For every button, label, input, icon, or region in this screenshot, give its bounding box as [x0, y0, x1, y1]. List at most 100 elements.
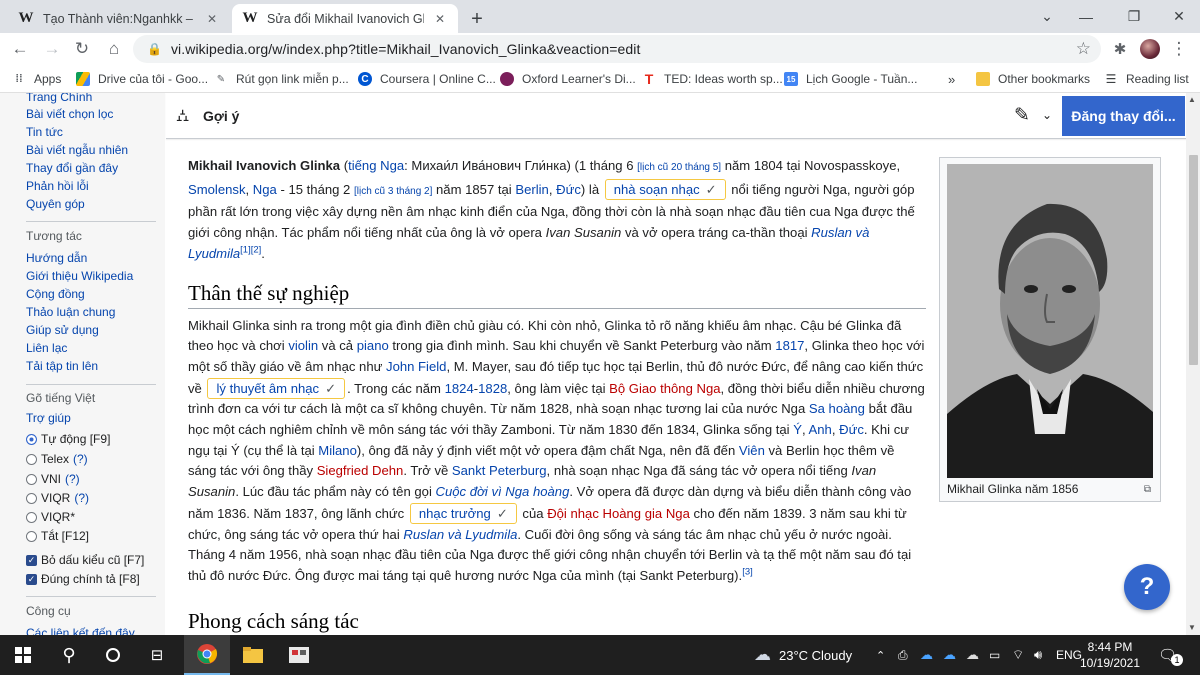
file-explorer-icon[interactable]	[230, 635, 276, 675]
section-heading-style[interactable]: Phong cách sáng tác	[188, 607, 926, 635]
home-icon[interactable]: ⌂	[102, 37, 126, 61]
close-icon[interactable]: ✕	[432, 11, 448, 27]
career-paragraph[interactable]: Mikhail Glinka sinh ra trong một gia đìn…	[188, 316, 926, 587]
scroll-up-icon[interactable]: ▲	[1188, 95, 1196, 104]
kebab-menu-icon[interactable]: ⋮	[1168, 38, 1190, 60]
link-1817[interactable]: 1817	[775, 338, 804, 353]
link-milan[interactable]: Milano	[318, 443, 357, 458]
profile-avatar[interactable]	[1139, 38, 1161, 60]
link-life-for-tsar[interactable]: Cuộc đời vì Nga hoàng	[436, 484, 570, 499]
sidebar-link-recent-changes[interactable]: Thay đổi gần đây	[26, 161, 118, 175]
link-smolensk[interactable]: Smolensk	[188, 182, 246, 197]
sidebar-link-upload[interactable]: Tải tập tin lên	[26, 359, 98, 373]
radio[interactable]	[26, 530, 37, 542]
page-scrollbar[interactable]: ▲ ▼	[1186, 93, 1200, 635]
tab-create-user[interactable]: W Tạo Thành viên:Nganhkk – Wikip ✕	[8, 4, 230, 33]
address-bar[interactable]: 🔒 vi.wikipedia.org/w/index.php?title=Mik…	[133, 35, 1101, 63]
bookmark-ted[interactable]: T TED: Ideas worth sp...	[642, 70, 783, 88]
link-germany[interactable]: Đức	[839, 422, 864, 437]
typing-option-spelling[interactable]: ✓ Đúng chính tả [F8]	[26, 572, 140, 586]
checkbox-checked[interactable]: ✓	[26, 573, 37, 585]
bookmark-other[interactable]: Other bookmarks	[976, 70, 1090, 88]
bookmark-oxford[interactable]: Oxford Learner's Di...	[500, 70, 636, 88]
close-window-icon[interactable]: ✕	[1156, 0, 1200, 33]
option-help-link[interactable]: (?)	[73, 452, 88, 466]
redlink-dehn[interactable]: Siegfried Dehn	[317, 463, 404, 478]
sidebar-link-news[interactable]: Tin tức	[26, 125, 63, 139]
portrait-image[interactable]	[947, 164, 1153, 478]
link-russian[interactable]: tiếng Nga	[348, 158, 404, 173]
scrollbar-thumb[interactable]	[1189, 155, 1198, 365]
redlink-ministry[interactable]: Bộ Giao thông Nga	[609, 381, 720, 396]
suggested-link-chip[interactable]: lý thuyết âm nhạc ✓	[207, 377, 346, 399]
link-italy[interactable]: Ý	[793, 422, 802, 437]
typing-option-off[interactable]: Tắt [F12]	[26, 529, 89, 543]
pencil-icon[interactable]: ✎	[1014, 104, 1030, 127]
volume-icon[interactable]: 🔊︎	[1034, 635, 1042, 675]
sidebar-link-what-links-here[interactable]: Các liên kết đến đây	[26, 626, 135, 635]
option-help-link[interactable]: (?)	[74, 491, 89, 505]
help-question-button[interactable]: ?	[1124, 564, 1170, 610]
cortana-icon[interactable]	[90, 635, 136, 675]
sidebar-link-random[interactable]: Bài viết ngẫu nhiên	[26, 143, 128, 157]
check-icon[interactable]: ✓	[706, 182, 717, 197]
bookmark-star-icon[interactable]: ☆	[1076, 39, 1091, 59]
link-tsar[interactable]: Sa hoàng	[809, 401, 865, 416]
link-1824[interactable]: 1824	[445, 381, 474, 396]
extensions-puzzle-icon[interactable]: ✱	[1109, 38, 1131, 60]
link-violin[interactable]: violin	[288, 338, 318, 353]
cite-button[interactable]: Gợi ý	[203, 108, 239, 124]
intro-paragraph[interactable]: Mikhail Ivanovich Glinka (tiếng Nga: Мих…	[188, 156, 926, 265]
show-hidden-icons-chevron[interactable]: ⌃	[876, 635, 885, 675]
link-piano[interactable]: piano	[357, 338, 389, 353]
typing-option-old-accent[interactable]: ✓ Bỏ dấu kiểu cũ [F7]	[26, 553, 144, 567]
radio[interactable]	[26, 453, 37, 465]
sidebar-link-usage-help[interactable]: Giúp sử dụng	[26, 323, 99, 337]
bookmark-reading-list[interactable]: ☰ Reading list	[1104, 70, 1189, 88]
sidebar-link-main-page[interactable]: Trang Chính	[26, 93, 92, 104]
sidebar-link-about[interactable]: Giới thiệu Wikipedia	[26, 269, 133, 283]
bookmark-drive[interactable]: Drive của tôi - Goo...	[76, 70, 208, 88]
link-ruslan[interactable]: Ruslan và Lyudmila	[403, 527, 517, 542]
task-view-icon[interactable]: ⊟	[134, 635, 180, 675]
windows-start-icon[interactable]	[0, 635, 46, 675]
sidebar-link-report-error[interactable]: Phản hồi lỗi	[26, 179, 89, 193]
bookmark-coursera[interactable]: C Coursera | Online C...	[358, 70, 496, 88]
check-icon[interactable]: ✓	[497, 506, 508, 521]
link-russia[interactable]: Nga	[253, 182, 277, 197]
scroll-down-icon[interactable]: ▼	[1188, 623, 1196, 632]
reference-3[interactable]: [3]	[742, 567, 753, 578]
restore-icon[interactable]: ❐	[1111, 0, 1157, 33]
sidebar-link-typing-help[interactable]: Trợ giúp	[26, 411, 71, 425]
lock-icon[interactable]: 🔒	[147, 42, 162, 56]
link-germany[interactable]: Đức	[556, 182, 581, 197]
bookmark-apps[interactable]: ⁞⁞ Apps	[12, 70, 61, 88]
link-berlin[interactable]: Berlin	[515, 182, 548, 197]
link-saint-petersburg[interactable]: Sankt Peterburg	[452, 463, 547, 478]
bookmark-link-shortener[interactable]: ✎ Rút gọn link miễn p...	[214, 70, 349, 88]
option-help-link[interactable]: (?)	[65, 472, 80, 486]
onedrive-icon[interactable]: ☁	[920, 635, 933, 675]
os-date-note[interactable]: [lịch cũ 20 tháng 5]	[637, 162, 721, 173]
tab-edit-glinka[interactable]: W Sửa đổi Mikhail Ivanovich Glinka ✕	[232, 4, 458, 33]
back-arrow-icon[interactable]: ←	[8, 37, 32, 61]
article-content[interactable]: Mikhail Ivanovich Glinka (tiếng Nga: Мих…	[188, 156, 926, 635]
suggested-link-chip[interactable]: nhạc trưởng ✓	[409, 502, 517, 524]
battery-icon[interactable]: ▭	[989, 635, 1000, 675]
onedrive-icon-2[interactable]: ☁	[943, 635, 956, 675]
reference-2[interactable]: [2]	[251, 244, 262, 255]
wifi-icon[interactable]: ⌔	[1012, 635, 1024, 675]
bookmarks-overflow-button[interactable]: »	[948, 70, 955, 88]
radio-selected[interactable]	[26, 433, 37, 445]
sidebar-link-discussion[interactable]: Thảo luận chung	[26, 305, 115, 319]
reload-icon[interactable]: ↻	[70, 37, 94, 61]
typing-option-viqr[interactable]: VIQR (?)	[26, 491, 89, 505]
radio[interactable]	[26, 511, 37, 523]
meet-now-icon[interactable]: ⎙	[898, 635, 908, 675]
search-icon[interactable]: ⚲	[46, 635, 92, 675]
citoid-icon[interactable]: ⛼	[176, 106, 189, 128]
sidebar-link-contact[interactable]: Liên lạc	[26, 341, 67, 355]
weather-widget[interactable]: ☁ 23°C Cloudy	[754, 635, 852, 675]
link-vienna[interactable]: Viên	[739, 443, 765, 458]
sidebar-link-featured[interactable]: Bài viết chọn lọc	[26, 107, 113, 121]
